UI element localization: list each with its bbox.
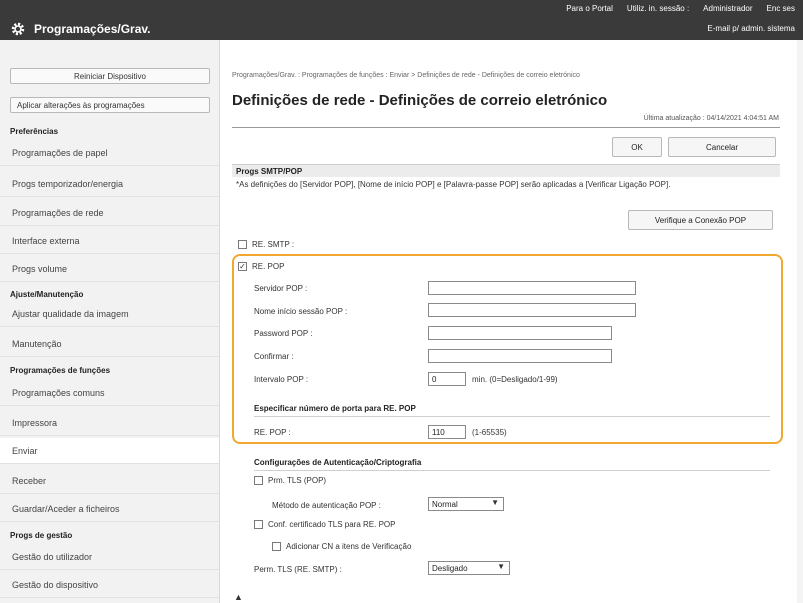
scroll-top-icon[interactable]: ▲ — [234, 592, 243, 602]
scrollbar[interactable] — [797, 40, 803, 603]
sidebar-item-image-quality[interactable]: Ajustar qualidade da imagem — [0, 301, 219, 327]
sidebar-item-common[interactable]: Programações comuns — [0, 380, 219, 406]
sidebar-item-send[interactable]: Enviar — [0, 438, 219, 464]
top-links: Para o Portal Utiliz. in. sessão : Admin… — [566, 4, 795, 16]
checkbox-box — [254, 520, 263, 529]
checkbox-box — [254, 476, 263, 485]
app-title: Programações/Grav. — [34, 22, 151, 36]
user-name: Administrador — [703, 4, 753, 13]
port-heading: Especificar número de porta para RE. POP — [254, 404, 416, 413]
chevron-down-icon: ▼ — [491, 498, 499, 507]
sidebar-item-files[interactable]: Guardar/Aceder a ficheiros — [0, 496, 219, 522]
header-divider — [232, 127, 780, 128]
add-cn-label: Adicionar CN a itens de Verificação — [286, 542, 412, 551]
sidebar-item-printer[interactable]: Impressora — [0, 410, 219, 436]
pop-password-label: Password POP : — [254, 329, 313, 338]
pop-login-label: Nome início sessão POP : — [254, 307, 348, 316]
pop-server-label: Servidor POP : — [254, 284, 308, 293]
gear-icon — [11, 22, 25, 36]
auth-method-label: Método de autenticação POP : — [272, 501, 381, 510]
portal-link[interactable]: Para o Portal — [566, 4, 613, 16]
pop-interval-input[interactable] — [428, 372, 466, 386]
sidebar-item-paper[interactable]: Programações de papel — [0, 140, 219, 166]
sidebar-item-maintenance[interactable]: Manutenção — [0, 331, 219, 357]
section-header — [232, 164, 780, 177]
pop-note: *As definições do [Servidor POP], [Nome … — [236, 180, 671, 189]
category-management: Progs de gestão — [10, 531, 73, 540]
port-divider — [254, 416, 770, 417]
title-row: Programações/Grav. E-mail p/ admin. sist… — [0, 18, 803, 40]
category-adjust: Ajuste/Manutenção — [10, 290, 84, 299]
login-user-label: Utiliz. in. sessão : — [626, 4, 690, 13]
category-functions: Programações de funções — [10, 366, 111, 375]
category-preferences: Preferências — [10, 127, 59, 136]
top-bar: Para o Portal Utiliz. in. sessão : Admin… — [0, 0, 803, 40]
tls-smtp-select[interactable]: Desligado ▼ — [428, 561, 510, 575]
rx-smtp-label: RE. SMTP : — [252, 240, 295, 249]
sidebar-item-interface[interactable]: Interface externa — [0, 228, 219, 254]
tls-cert-label: Conf. certificado TLS para RE. POP — [268, 520, 396, 529]
confirm-password-label: Confirmar : — [254, 352, 294, 361]
page-title: Definições de rede - Definições de corre… — [232, 92, 608, 109]
add-cn-checkbox[interactable]: Adicionar CN a itens de Verificação — [272, 542, 411, 551]
verify-pop-connection-button[interactable]: Verifique a Conexão POP — [628, 210, 773, 230]
checkbox-check-icon: ✓ — [238, 261, 247, 271]
cancel-button[interactable]: Cancelar — [668, 137, 776, 157]
last-updated-text: Última atualização : 04/14/2021 4:04:51 … — [643, 115, 779, 122]
rx-smtp-checkbox[interactable]: RE. SMTP : — [238, 240, 294, 249]
checkbox-box — [272, 542, 281, 551]
admin-mail-link[interactable]: E-mail p/ admin. sistema — [707, 24, 795, 33]
auth-heading: Configurações de Autenticação/Criptograf… — [254, 458, 422, 467]
sidebar: Reiniciar Dispositivo Aplicar alterações… — [0, 40, 220, 603]
sidebar-item-timer[interactable]: Progs temporizador/energia — [0, 171, 219, 197]
port-input[interactable] — [428, 425, 466, 439]
tls-cert-checkbox[interactable]: Conf. certificado TLS para RE. POP — [254, 520, 395, 529]
port-hint: (1-65535) — [472, 428, 507, 437]
chevron-down-icon: ▼ — [497, 562, 505, 571]
tls-pop-checkbox[interactable]: Prm. TLS (POP) — [254, 476, 326, 485]
pop-login-input[interactable] — [428, 303, 636, 317]
tls-smtp-value: Desligado — [432, 563, 468, 573]
pop-server-input[interactable] — [428, 281, 636, 295]
auth-method-select[interactable]: Normal ▼ — [428, 497, 504, 511]
rx-pop-label: RE. POP — [252, 262, 285, 271]
pop-password-input[interactable] — [428, 326, 612, 340]
apply-settings-button[interactable]: Aplicar alterações às programações — [10, 97, 210, 113]
tls-smtp-label: Perm. TLS (RE. SMTP) : — [254, 565, 342, 574]
sidebar-item-device-management[interactable]: Gestão do dispositivo — [0, 572, 219, 598]
sidebar-item-receive[interactable]: Receber — [0, 468, 219, 494]
confirm-password-input[interactable] — [428, 349, 612, 363]
restart-device-button[interactable]: Reiniciar Dispositivo — [10, 68, 210, 84]
tls-pop-label: Prm. TLS (POP) — [268, 476, 327, 485]
port-label: RE. POP : — [254, 428, 291, 437]
auth-divider — [254, 470, 770, 471]
section-title: Progs SMTP/POP — [236, 167, 303, 176]
sidebar-item-network[interactable]: Programações de rede — [0, 200, 219, 226]
rx-pop-checkbox[interactable]: ✓ RE. POP — [238, 262, 284, 271]
logout-link[interactable]: Enc ses — [767, 4, 795, 16]
breadcrumb: Programações/Grav. : Programações de fun… — [232, 72, 580, 79]
sidebar-item-user-management[interactable]: Gestão do utilizador — [0, 544, 219, 570]
auth-method-value: Normal — [432, 499, 458, 509]
pop-interval-hint: min. (0=Desligado/1-99) — [472, 375, 558, 384]
checkbox-box — [238, 240, 247, 249]
pop-interval-label: Intervalo POP : — [254, 375, 309, 384]
sidebar-item-volume[interactable]: Progs volume — [0, 256, 219, 282]
ok-button[interactable]: OK — [612, 137, 662, 157]
